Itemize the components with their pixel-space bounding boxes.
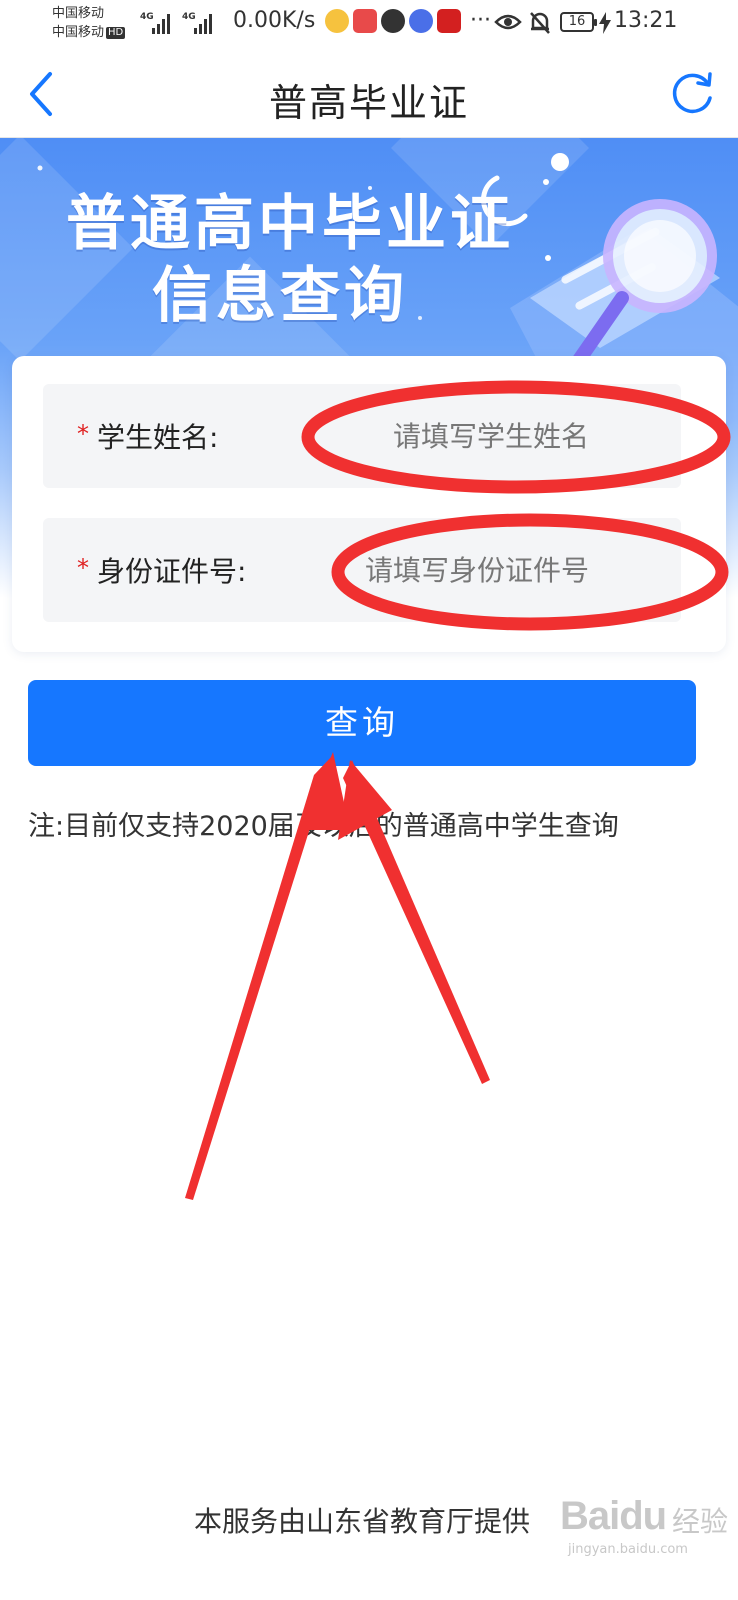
banner-title-line1: 普通高中毕业证	[66, 189, 514, 259]
clock: 13:21	[614, 8, 678, 33]
watermark-suffix: 经验	[672, 1505, 729, 1538]
status-bar: 中国移动 中国移动 HD 4G 4G 0.00K/s ··· 16 13:21	[0, 0, 738, 50]
eye-icon	[494, 14, 522, 30]
weibo-icon	[325, 9, 349, 33]
shop-app-icon	[353, 9, 377, 33]
required-mark: *	[77, 420, 89, 448]
student-name-label: 学生姓名:	[97, 421, 219, 454]
page-title: 普高毕业证	[268, 81, 469, 125]
study-app-icon	[437, 9, 461, 33]
net-speed: 0.00K/s	[233, 8, 316, 33]
banner-title-line2: 信息查询	[152, 261, 408, 331]
hd-badge: HD	[106, 26, 126, 39]
carrier-1: 中国移动	[52, 6, 105, 21]
student-name-input[interactable]	[393, 408, 663, 464]
baidu-watermark: Baidu 经验 jingyan.baidu.com	[560, 1492, 730, 1562]
more-notifications: ···	[470, 8, 491, 33]
support-note: 注:目前仅支持2020届及以后的普通高中学生查询	[28, 811, 619, 842]
nav-bar: 普高毕业证	[0, 50, 738, 138]
id-number-input[interactable]	[365, 542, 665, 598]
refresh-icon	[672, 72, 712, 114]
query-button[interactable]: 查询	[28, 680, 696, 766]
battery-icon: 16	[560, 12, 597, 32]
student-name-field: * 学生姓名:	[43, 384, 681, 488]
charging-icon	[599, 12, 611, 34]
id-number-label: 身份证件号:	[97, 555, 247, 588]
watermark-url: jingyan.baidu.com	[568, 1542, 688, 1557]
carrier-2: 中国移动	[52, 25, 105, 40]
mute-bell-icon	[530, 12, 550, 34]
ball-app-icon	[381, 9, 405, 33]
music-app-icon	[409, 9, 433, 33]
carrier-info: 中国移动 中国移动 HD	[52, 4, 126, 42]
id-number-field: * 身份证件号:	[43, 518, 681, 622]
banner-title: 普通高中毕业证 信息查询	[66, 188, 514, 332]
required-mark: *	[77, 554, 89, 582]
watermark-brand: Baidu	[560, 1494, 667, 1538]
query-form: * 学生姓名: * 身份证件号:	[12, 356, 726, 652]
refresh-button[interactable]	[666, 68, 718, 120]
